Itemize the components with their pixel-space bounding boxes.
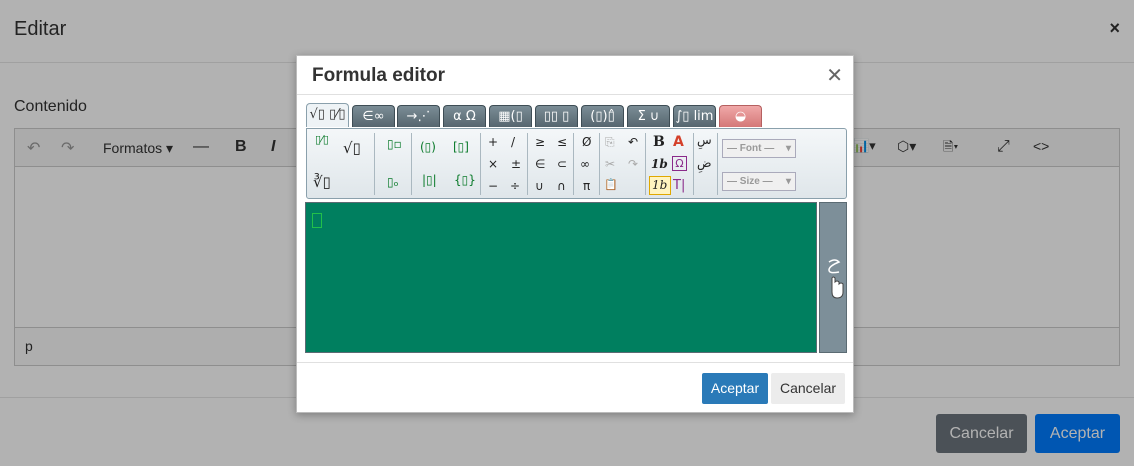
tab-matrix[interactable]: ▦(▯ — [489, 105, 532, 127]
accept-button[interactable]: Aceptar — [702, 373, 768, 404]
font-select[interactable]: — Font — ▾ — [722, 139, 796, 158]
parentheses-button[interactable]: (▯) — [420, 140, 436, 154]
nth-root-button[interactable]: ∛▯ — [313, 173, 331, 191]
text-mode-button[interactable]: T| — [673, 178, 685, 193]
toolbar-separator — [717, 133, 718, 195]
formula-toolbar: ▯⁄▯ √▯ ∛▯ ▯▫ ▯ₒ (▯) [▯] |▯| {▯} + / × ± … — [306, 128, 847, 199]
toolbar-separator — [573, 133, 574, 195]
toolbar-separator — [374, 133, 375, 195]
element-of-button[interactable]: ∈ — [535, 157, 545, 171]
fraction-button[interactable]: ▯⁄▯ — [315, 134, 329, 145]
slash-button[interactable]: / — [511, 135, 515, 149]
empty-placeholder — [312, 213, 322, 228]
intersection-button[interactable]: ∩ — [557, 179, 566, 193]
special-char-button[interactable]: Ω — [672, 156, 687, 171]
copy-icon[interactable]: ⎘ — [605, 135, 615, 150]
tab-handwriting[interactable]: ◒ — [719, 105, 762, 127]
size-select-value: — Size — — [727, 176, 773, 187]
math-italic-button[interactable]: 1b — [652, 178, 667, 192]
subset-button[interactable]: ⊂ — [557, 157, 567, 171]
size-select[interactable]: — Size — ▾ — [722, 172, 796, 191]
pi-button[interactable]: π — [583, 179, 590, 193]
paste-icon[interactable]: 📋 — [604, 178, 618, 191]
tab-big-operators[interactable]: Σ ∪ — [627, 105, 670, 127]
rtl-alt-button[interactable]: ضِ — [697, 156, 712, 170]
divide-button[interactable]: ÷ — [510, 179, 520, 193]
braces-button[interactable]: {▯} — [454, 173, 476, 187]
dialog-title: Formula editor — [312, 65, 446, 86]
tab-symbols[interactable]: ∈∞ — [352, 105, 395, 127]
times-button[interactable]: × — [488, 157, 498, 171]
dialog-footer: Aceptar Cancelar — [297, 362, 853, 414]
handwriting-panel-toggle[interactable] — [819, 202, 847, 353]
geq-button[interactable]: ≥ — [535, 135, 545, 149]
plus-button[interactable]: + — [488, 135, 498, 149]
tab-brackets[interactable]: (▯)▯̂ — [581, 105, 624, 127]
sqrt-button[interactable]: √▯ — [343, 139, 361, 157]
formula-editor-dialog: Formula editor ✕ √▯ ▯⁄▯ ∈∞ →⋰ α Ω ▦(▯ ▯▯… — [296, 55, 854, 413]
minus-button[interactable]: − — [488, 179, 498, 193]
text-color-button[interactable]: A — [673, 134, 684, 150]
close-icon[interactable]: ✕ — [826, 63, 843, 88]
undo-icon[interactable]: ↶ — [628, 135, 638, 149]
brackets-button[interactable]: [▯] — [453, 140, 469, 154]
subscript-button[interactable]: ▯ₒ — [387, 175, 399, 189]
tab-greek[interactable]: α Ω — [443, 105, 486, 127]
union-button[interactable]: ∪ — [535, 179, 544, 193]
redo-icon[interactable]: ↷ — [628, 157, 638, 171]
font-select-value: — Font — — [727, 143, 775, 154]
plus-minus-button[interactable]: ± — [511, 157, 521, 171]
cancel-button[interactable]: Cancelar — [771, 373, 845, 404]
cut-icon[interactable]: ✂ — [605, 157, 615, 171]
leq-button[interactable]: ≤ — [557, 135, 567, 149]
infinity-button[interactable]: ∞ — [580, 157, 590, 171]
formula-canvas[interactable] — [305, 202, 817, 353]
rtl-button[interactable]: سِ — [697, 133, 712, 147]
tab-arrows[interactable]: →⋰ — [397, 105, 440, 127]
toolbar-separator — [480, 133, 481, 195]
dialog-header: Formula editor ✕ — [297, 56, 853, 95]
toolbar-separator — [527, 133, 528, 195]
toolbar-separator — [599, 133, 600, 195]
italic-button[interactable]: 1b — [651, 157, 668, 171]
hand-pointer-icon — [828, 259, 844, 299]
tab-fraction-root[interactable]: √▯ ▯⁄▯ — [306, 103, 349, 127]
bold-button[interactable]: B — [653, 134, 665, 150]
tab-calculus[interactable]: ∫▯ lim — [673, 105, 716, 127]
toolbar-separator — [693, 133, 694, 195]
toolbar-separator — [411, 133, 412, 195]
toolbar-separator — [645, 133, 646, 195]
tab-scripts[interactable]: ▯▯ ▯ — [535, 105, 578, 127]
absolute-value-button[interactable]: |▯| — [422, 173, 437, 187]
superscript-button[interactable]: ▯▫ — [387, 137, 402, 151]
empty-set-button[interactable]: Ø — [582, 135, 591, 149]
